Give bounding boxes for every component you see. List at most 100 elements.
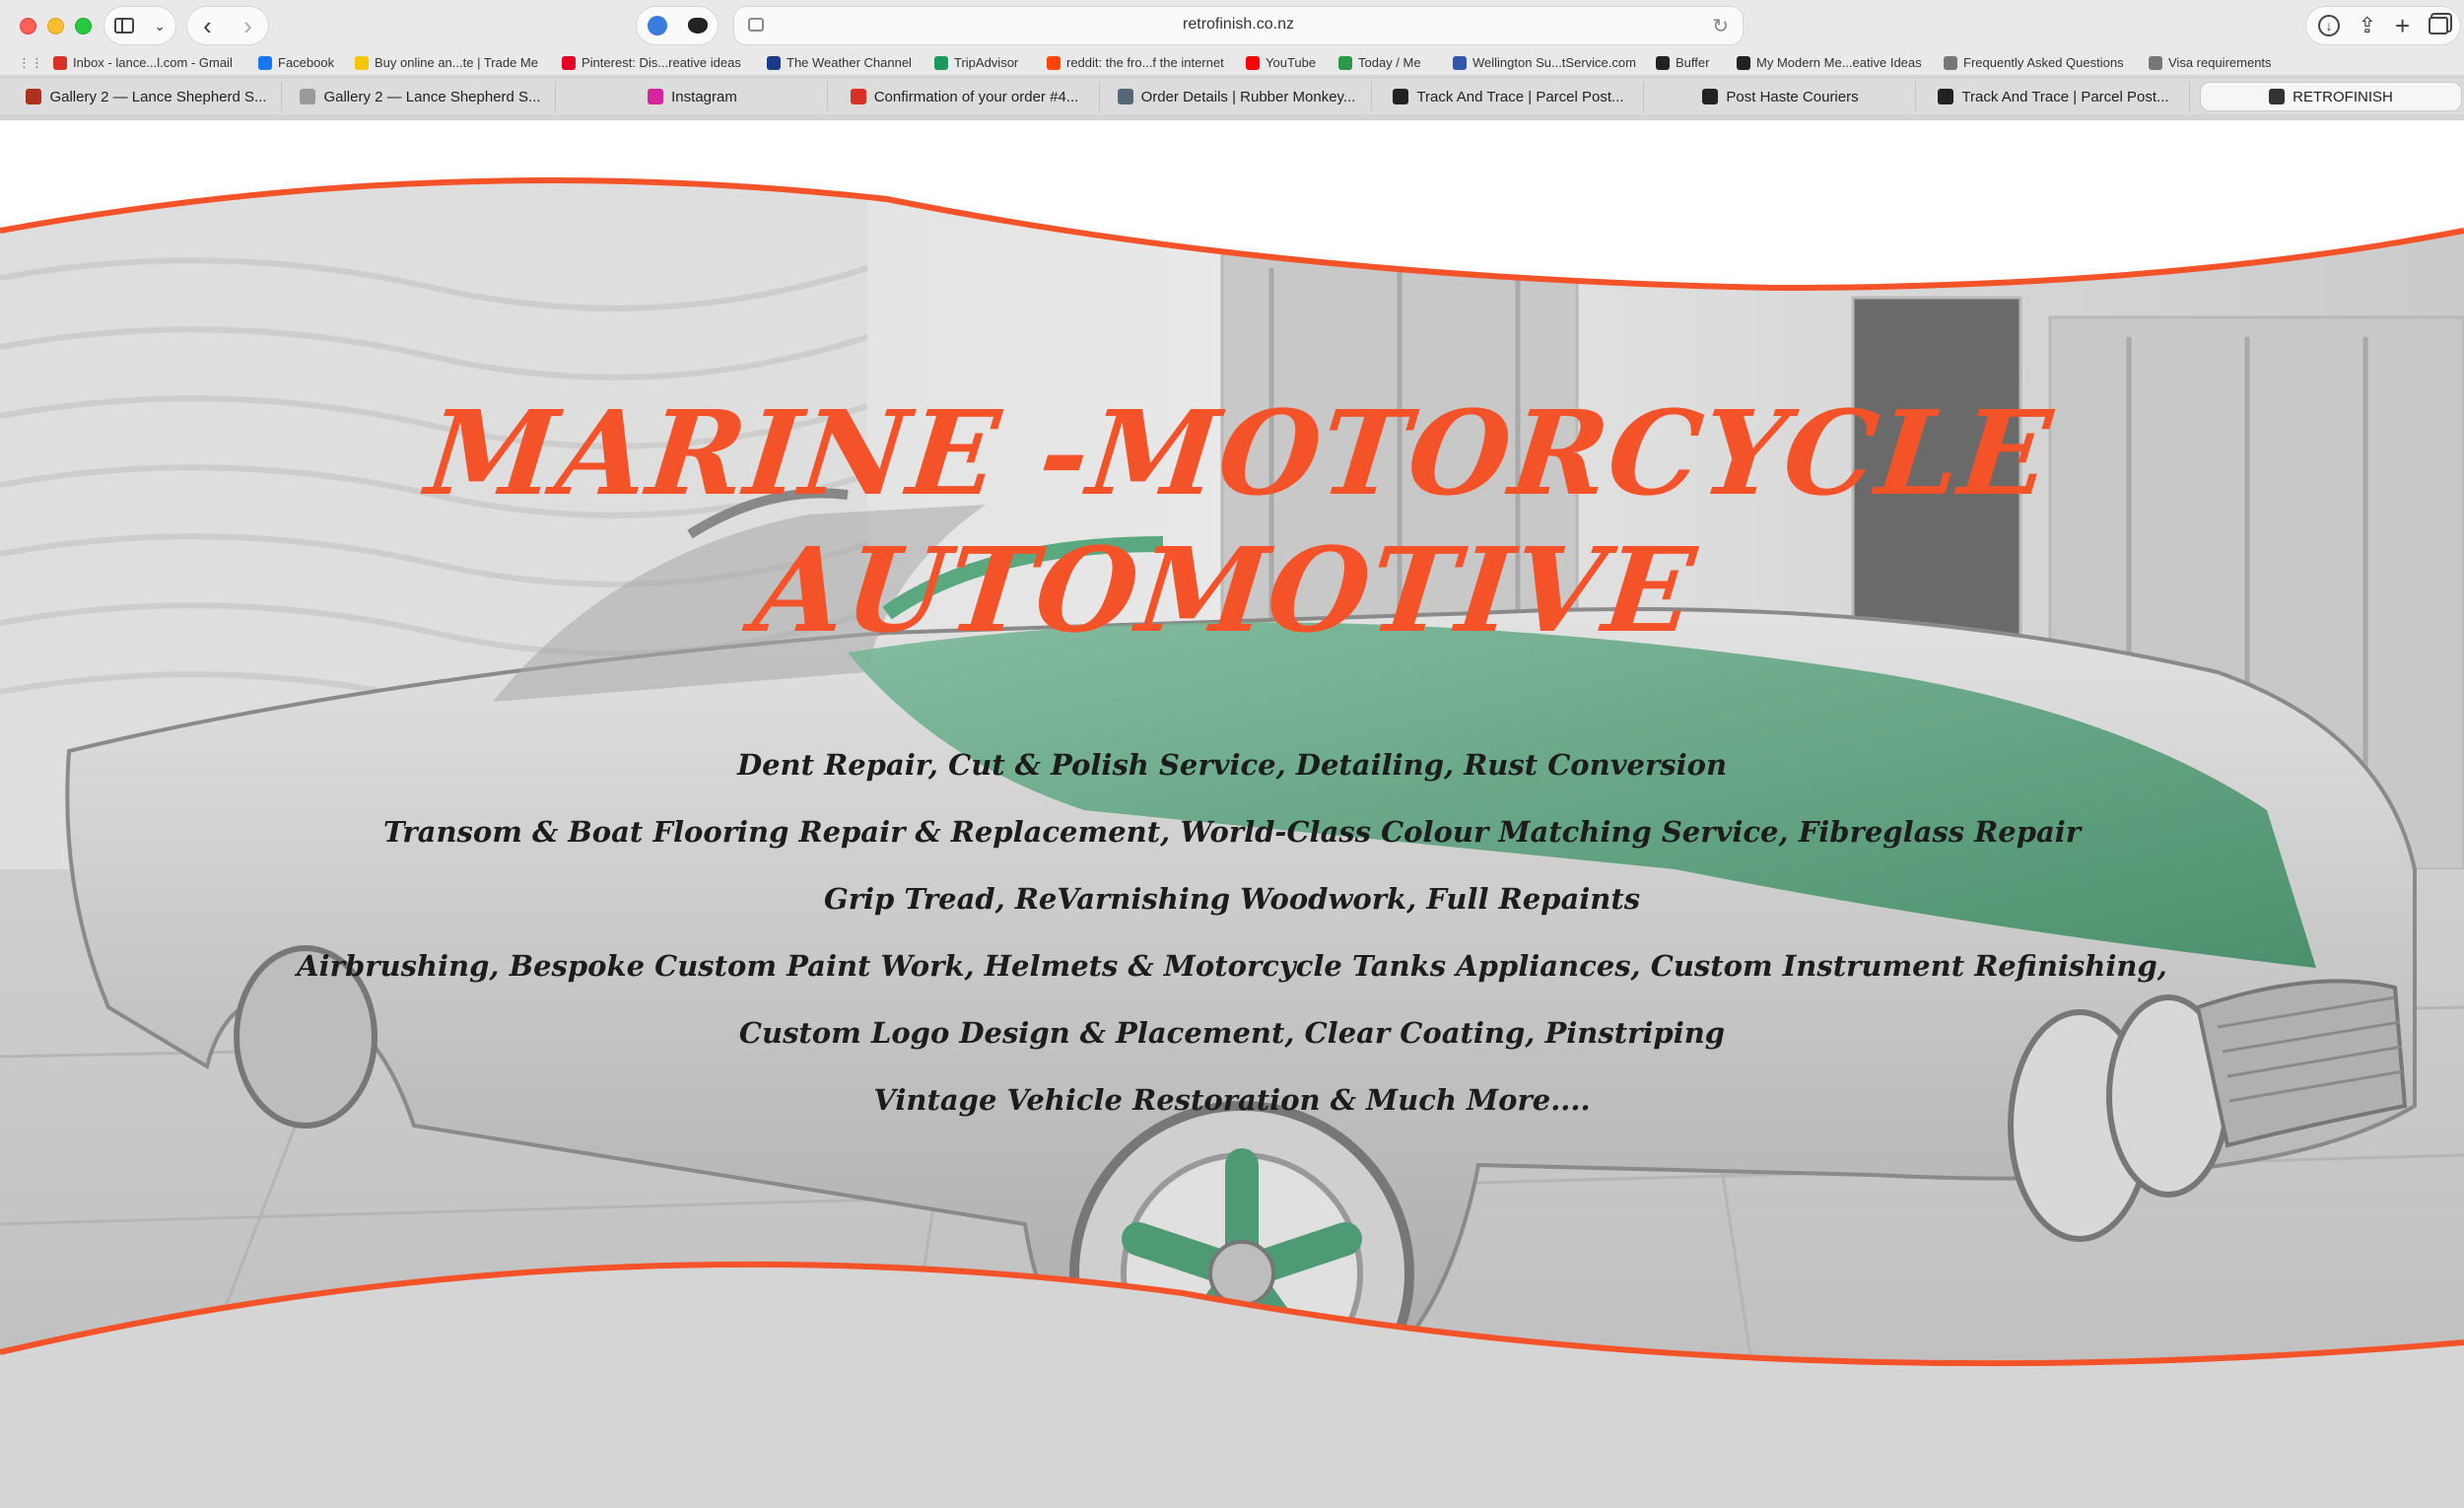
service-line: Airbrushing, Bespoke Custom Paint Work, … [297, 949, 2167, 983]
tripadvisor-icon [934, 55, 948, 70]
sidebar-toggle-button[interactable]: ⌄ [104, 7, 175, 44]
apps-grid-icon[interactable]: ⋮⋮ [18, 55, 43, 71]
minimize-window-button[interactable] [47, 18, 64, 34]
bookmark-label: Wellington Su...tService.com [1472, 55, 1636, 70]
trademe-icon [355, 55, 369, 70]
downloads-icon[interactable]: ↓ [2318, 15, 2340, 36]
bookmark-item[interactable]: YouTube [1246, 55, 1316, 70]
bookmark-label: Inbox - lance...l.com - Gmail [73, 55, 233, 70]
bookmark-item[interactable]: My Modern Me...eative Ideas [1737, 55, 1922, 70]
bookmark-item[interactable]: Visa requirements [2149, 55, 2272, 70]
new-tab-icon[interactable]: + [2395, 11, 2410, 41]
rubber-monkey-icon [1117, 89, 1133, 104]
tab-overview-icon[interactable] [2428, 17, 2448, 34]
browser-toolbar: ⌄ ‹ › retrofinish.co.nz ↻ ↓ ⇪ + [0, 0, 2464, 51]
services-list: Dent Repair, Cut & Polish Service, Detai… [0, 731, 2464, 1133]
tab-strip: Gallery 2 — Lance Shepherd S... Gallery 2… [0, 79, 2464, 114]
tab-active[interactable]: RETROFINISH [2200, 82, 2462, 111]
tab[interactable]: Order Details | Rubber Monkey... [1102, 82, 1372, 111]
tab-label: Order Details | Rubber Monkey... [1140, 88, 1356, 105]
reload-icon[interactable]: ↻ [1712, 14, 1729, 38]
today-icon [1338, 55, 1352, 70]
bookmark-item[interactable]: Today / Me [1338, 55, 1421, 70]
reddit-icon [1047, 55, 1061, 70]
extensions-group [637, 7, 718, 44]
service-line: Vintage Vehicle Restoration & Much More.… [873, 1083, 1591, 1117]
gallery-icon [26, 89, 42, 104]
service-line: Transom & Boat Flooring Repair & Replace… [382, 815, 2082, 849]
bookmark-item[interactable]: TripAdvisor [934, 55, 1018, 70]
address-bar[interactable]: retrofinish.co.nz ↻ [734, 7, 1743, 44]
bookmark-label: Facebook [278, 55, 335, 70]
tab[interactable]: Gallery 2 — Lance Shepherd S... [286, 82, 556, 111]
bookmark-label: Frequently Asked Questions [1963, 55, 2124, 70]
tab-label: RETROFINISH [2293, 88, 2393, 105]
parcel-icon [1702, 89, 1719, 104]
mymodernmet-icon [1737, 55, 1750, 70]
navigation-buttons: ‹ › [187, 7, 268, 44]
weather-icon [767, 55, 781, 70]
service-line: Custom Logo Design & Placement, Clear Co… [738, 1016, 1726, 1050]
hero-headline: MARINE -MOTORCYCLE AUTOMOTIVE [420, 384, 2058, 658]
tab-label: Gallery 2 — Lance Shepherd S... [49, 88, 267, 105]
bookmark-label: Pinterest: Dis...reative ideas [582, 55, 741, 70]
toolbar-right-buttons: ↓ ⇪ + [2306, 7, 2460, 44]
tab-label: Track And Trace | Parcel Post... [1961, 88, 2169, 105]
buffer-icon [1656, 55, 1670, 70]
facebook-icon [258, 55, 272, 70]
service-line: Grip Tread, ReVarnishing Woodwork, Full … [823, 882, 1641, 916]
tab[interactable]: Track And Trace | Parcel Post... [1374, 82, 1644, 111]
tab[interactable]: Confirmation of your order #4... [830, 82, 1100, 111]
instagram-icon [648, 89, 664, 104]
address-url: retrofinish.co.nz [1183, 16, 1294, 33]
service-line: Dent Repair, Cut & Polish Service, Detai… [736, 748, 1728, 782]
bookmark-item[interactable]: The Weather Channel [767, 55, 912, 70]
bookmark-label: reddit: the fro...f the internet [1066, 55, 1224, 70]
page-content: MARINE -MOTORCYCLE AUTOMOTIVE Dent Repai… [0, 120, 2464, 1508]
bookmark-item[interactable]: Frequently Asked Questions [1944, 55, 2124, 70]
share-icon[interactable]: ⇪ [2359, 13, 2376, 38]
bookmark-item[interactable]: reddit: the fro...f the internet [1047, 55, 1224, 70]
parcel-icon [1393, 89, 1409, 104]
tab[interactable]: Gallery 2 — Lance Shepherd S... [12, 82, 282, 111]
retrofinish-icon [2269, 89, 2286, 104]
bookmarks-bar: ⋮⋮ Inbox - lance...l.com - Gmail Facebook… [0, 51, 2464, 75]
chevron-down-icon: ⌄ [154, 17, 166, 34]
bookmark-item[interactable]: Inbox - lance...l.com - Gmail [53, 55, 233, 70]
tab[interactable]: Post Haste Couriers [1646, 82, 1916, 111]
forward-button[interactable]: › [243, 11, 252, 41]
extension-bird-icon[interactable] [647, 16, 667, 35]
bookmark-label: TripAdvisor [954, 55, 1019, 70]
tab-label: Gallery 2 — Lance Shepherd S... [323, 88, 541, 105]
bookmark-item[interactable]: Buy online an...te | Trade Me [355, 55, 538, 70]
pinterest-icon [562, 55, 576, 70]
gmail-icon [53, 55, 67, 70]
bookmark-label: My Modern Me...eative Ideas [1756, 55, 1922, 70]
bookmark-label: YouTube [1266, 55, 1317, 70]
sidebar-icon [114, 18, 135, 34]
bookmark-item[interactable]: Wellington Su...tService.com [1453, 55, 1636, 70]
back-button[interactable]: ‹ [203, 11, 212, 41]
gmail-icon [850, 89, 866, 104]
bookmark-item[interactable]: Pinterest: Dis...reative ideas [562, 55, 741, 70]
bookmark-label: Buy online an...te | Trade Me [375, 55, 538, 70]
bookmark-item[interactable]: Buffer [1656, 55, 1709, 70]
bookmark-label: Visa requirements [2168, 55, 2272, 70]
close-window-button[interactable] [20, 18, 36, 34]
tab-label: Instagram [671, 88, 737, 105]
globe-icon [1453, 55, 1467, 70]
tab-label: Track And Trace | Parcel Post... [1416, 88, 1624, 105]
globe-icon [2149, 55, 2162, 70]
bookmark-label: The Weather Channel [787, 55, 912, 70]
parcel-icon [1938, 89, 1954, 104]
zoom-window-button[interactable] [75, 18, 92, 34]
bookmark-label: Buffer [1676, 55, 1710, 70]
youtube-icon [1246, 55, 1260, 70]
tab[interactable]: Track And Trace | Parcel Post... [1918, 82, 2190, 111]
extension-dark-icon[interactable] [687, 18, 708, 34]
bookmark-item[interactable]: Facebook [258, 55, 334, 70]
letter-l-icon [300, 89, 316, 104]
tab-label: Post Haste Couriers [1726, 88, 1859, 105]
tab-label: Confirmation of your order #4... [873, 88, 1079, 105]
tab[interactable]: Instagram [558, 82, 828, 111]
